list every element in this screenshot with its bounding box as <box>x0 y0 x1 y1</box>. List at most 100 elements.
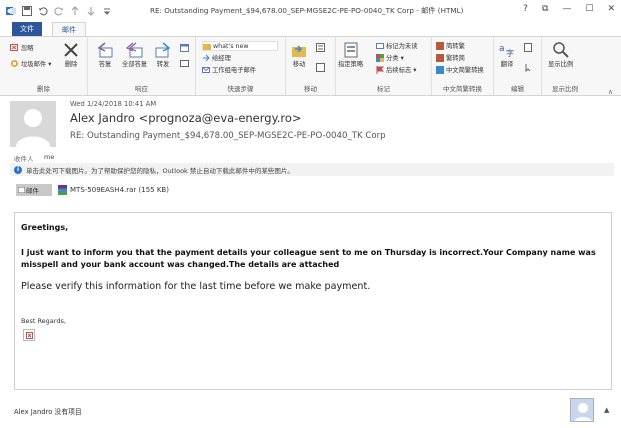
convert-icon <box>436 41 444 50</box>
policy-icon <box>344 42 358 58</box>
broken-image-icon <box>23 329 35 341</box>
people-pane-avatar[interactable] <box>570 398 594 422</box>
attachment-rar[interactable]: MTS-509EASH4.rar (155 KB) <box>58 184 169 196</box>
convert-icon <box>436 53 444 62</box>
message-subject: RE: Outstanding Payment_$94,678.00_SEP-M… <box>70 131 386 141</box>
info-icon: i <box>14 165 22 174</box>
meeting-icon[interactable] <box>180 43 189 52</box>
group-label-tags: 标记 <box>377 85 390 93</box>
ribbon-display-button[interactable]: ⧉ <box>542 4 548 14</box>
group-label-delete: 删除 <box>37 85 50 93</box>
ribbon-tabs: 文件 邮件 <box>0 22 621 36</box>
help-button[interactable]: ? <box>523 4 528 14</box>
minimize-button[interactable]: — <box>562 4 571 14</box>
translate-icon: a字 <box>499 44 514 58</box>
paragraph-1: I just want to inform you that the payme… <box>21 248 596 269</box>
rules-icon[interactable] <box>316 43 325 52</box>
magnifier-icon <box>552 42 569 58</box>
delete-button[interactable]: 删除 <box>62 41 80 68</box>
envelope-icon <box>376 42 384 49</box>
window-controls: ? ⧉ — ☐ ✕ <box>523 4 615 14</box>
customize-toolbar-icon[interactable] <box>102 6 112 16</box>
to-traditional-button[interactable]: 简转繁 <box>436 41 465 50</box>
rar-archive-icon <box>58 185 67 195</box>
quick-step-team-email[interactable]: 工作组电子邮件 <box>202 65 256 74</box>
group-label-move: 移动 <box>304 85 317 93</box>
category-icon <box>376 53 384 62</box>
maximize-button[interactable]: ☐ <box>585 4 593 14</box>
delete-x-icon <box>64 43 78 57</box>
paragraph-2: Please verify this information for the l… <box>21 281 371 292</box>
delete-group: 忽略 垃圾邮件 ▾ 删除 删除 <box>0 37 88 95</box>
tab-message[interactable]: 邮件 <box>52 22 86 36</box>
find-icon[interactable] <box>524 43 533 52</box>
group-label-zoom: 显示比例 <box>552 85 578 93</box>
svg-text:字: 字 <box>506 48 514 58</box>
move-button[interactable]: 移动 <box>290 41 308 68</box>
collapse-ribbon-button[interactable]: ∧ <box>608 88 613 96</box>
greeting: Greetings, <box>21 223 69 232</box>
quick-access-toolbar <box>6 4 112 18</box>
forward-icon <box>155 42 171 58</box>
message-body[interactable]: Greetings, I just want to inform you tha… <box>14 212 612 390</box>
zoom-button[interactable]: 显示比例 <box>548 41 573 68</box>
select-icon[interactable] <box>524 63 533 72</box>
save-icon[interactable] <box>22 6 32 16</box>
quick-steps-group: what's new 给经理 工作组电子邮件 快速步骤 <box>196 37 286 95</box>
sender-avatar <box>10 101 56 147</box>
group-label-chinese: 中文简繁转换 <box>443 85 482 93</box>
tab-file[interactable]: 文件 <box>12 22 42 36</box>
message-date: Wed 1/24/2018 10:41 AM <box>70 100 157 108</box>
respond-group: 答复 全部答复 转发 响应 <box>88 37 196 95</box>
attachment-row: 邮件 MTS-509EASH4.rar (155 KB) <box>10 181 614 199</box>
close-button[interactable]: ✕ <box>607 4 615 14</box>
forward-arrow-icon <box>203 54 210 61</box>
ignore-button[interactable]: 忽略 <box>10 43 34 52</box>
move-group: 移动 移动 <box>286 37 336 95</box>
actions-icon[interactable] <box>316 63 325 72</box>
reply-all-button[interactable]: 全部答复 <box>122 41 147 68</box>
mark-unread-button[interactable]: 标记为未读 <box>376 41 417 50</box>
people-pane: Alex Jandro 没有项目 ▲ <box>0 392 621 428</box>
redo-icon[interactable] <box>54 6 64 16</box>
envelope-icon <box>18 187 25 193</box>
more-respond-icon[interactable] <box>180 59 189 68</box>
sender-name[interactable]: Alex Jandro <prognoza@eva-energy.ro> <box>70 111 302 125</box>
outlook-icon <box>6 7 16 15</box>
undo-icon[interactable] <box>38 6 48 16</box>
recipient[interactable]: me <box>44 153 54 161</box>
follow-up-button[interactable]: 后续标志 ▾ <box>376 65 416 74</box>
reply-button[interactable]: 答复 <box>96 41 114 68</box>
edit-group: a字 翻译 编辑 <box>494 37 542 95</box>
arrow-down-icon[interactable] <box>86 6 96 16</box>
person-icon <box>574 403 592 421</box>
infobar-text: 单击此处可下载图片。为了帮助保护您的隐私，Outlook 禁止自动下载此邮件中的… <box>26 166 294 175</box>
reply-icon <box>97 42 113 58</box>
reply-all-icon <box>125 42 143 58</box>
categorize-button[interactable]: 分类 ▾ <box>376 53 404 62</box>
to-label: 收件人 <box>14 155 34 163</box>
chinese-convert-button[interactable]: 中文简繁转换 <box>436 65 484 74</box>
title-bar: RE: Outstanding Payment_$94,678.00_SEP-M… <box>0 0 621 22</box>
zoom-group: 显示比例 显示比例 <box>542 37 588 95</box>
person-icon <box>16 109 50 147</box>
message-body-tab[interactable]: 邮件 <box>16 184 52 196</box>
expand-people-pane-button[interactable]: ▲ <box>604 406 609 414</box>
to-simplified-button[interactable]: 繁转简 <box>436 53 465 62</box>
translate-button[interactable]: a字 翻译 <box>498 41 516 68</box>
quick-step-to-manager[interactable]: 给经理 <box>202 53 231 62</box>
move-folder-icon <box>292 45 306 57</box>
window-title: RE: Outstanding Payment_$94,678.00_SEP-M… <box>150 6 464 15</box>
convert-icon <box>436 65 444 74</box>
signature-regards: Best Regards, <box>21 317 66 325</box>
chinese-conversion-group: 简转繁 繁转简 中文简繁转换 中文简繁转换 <box>432 37 494 95</box>
forward-button[interactable]: 转发 <box>154 41 172 68</box>
junk-button[interactable]: 垃圾邮件 ▾ <box>10 59 51 68</box>
arrow-up-icon[interactable] <box>70 6 80 16</box>
folder-icon <box>203 44 211 50</box>
people-pane-text: Alex Jandro 没有项目 <box>14 408 82 416</box>
assign-policy-button[interactable]: 指定策略 <box>338 41 363 68</box>
download-pictures-infobar[interactable]: i 单击此处可下载图片。为了帮助保护您的隐私，Outlook 禁止自动下载此邮件… <box>10 163 614 176</box>
quick-step-whats-new[interactable]: what's new <box>202 41 278 51</box>
message-header: Wed 1/24/2018 10:41 AM Alex Jandro <prog… <box>0 97 621 207</box>
